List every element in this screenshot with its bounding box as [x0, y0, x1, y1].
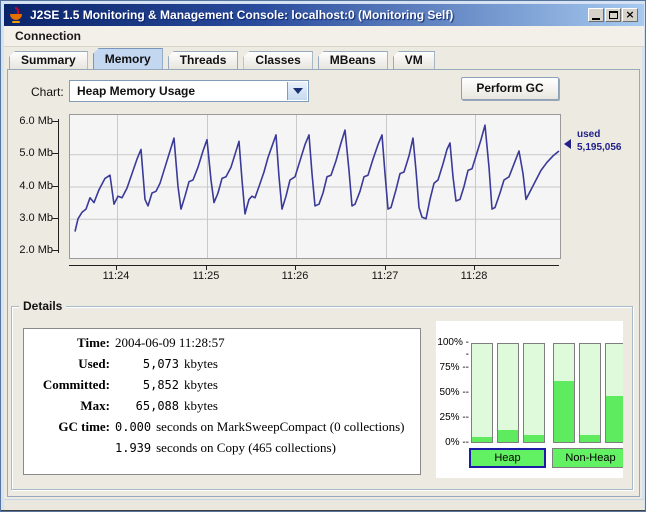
- tab-threads[interactable]: Threads: [168, 51, 239, 69]
- maximize-icon: [609, 11, 618, 19]
- java-cup-body: [10, 14, 22, 20]
- java-cup-base: [12, 21, 20, 23]
- java-cup-icon: [8, 7, 24, 23]
- minimize-icon: [592, 18, 600, 20]
- minimize-button[interactable]: [588, 8, 604, 22]
- close-icon: ×: [625, 10, 634, 20]
- maximize-button[interactable]: [605, 8, 621, 22]
- tab-content-panel: [7, 69, 640, 497]
- tab-mbeans[interactable]: MBeans: [318, 51, 388, 69]
- window-bottom-frame: [4, 499, 644, 510]
- jconsole-window: J2SE 1.5 Monitoring & Management Console…: [0, 0, 646, 512]
- tab-vm[interactable]: VM: [393, 51, 435, 69]
- tab-summary[interactable]: Summary: [9, 51, 88, 69]
- close-button[interactable]: ×: [622, 8, 638, 22]
- tab-strip: Summary Memory Threads Classes MBeans VM: [9, 48, 435, 69]
- menu-bar: Connection: [4, 26, 644, 47]
- window-frame-left: [1, 1, 4, 512]
- tab-classes[interactable]: Classes: [243, 51, 312, 69]
- tab-memory[interactable]: Memory: [93, 48, 163, 69]
- window-title: J2SE 1.5 Monitoring & Management Console…: [30, 8, 453, 22]
- window-frame-right: [642, 1, 645, 512]
- title-bar[interactable]: J2SE 1.5 Monitoring & Management Console…: [4, 4, 644, 26]
- menu-connection[interactable]: Connection: [7, 29, 89, 43]
- java-cup-steam: [15, 7, 19, 14]
